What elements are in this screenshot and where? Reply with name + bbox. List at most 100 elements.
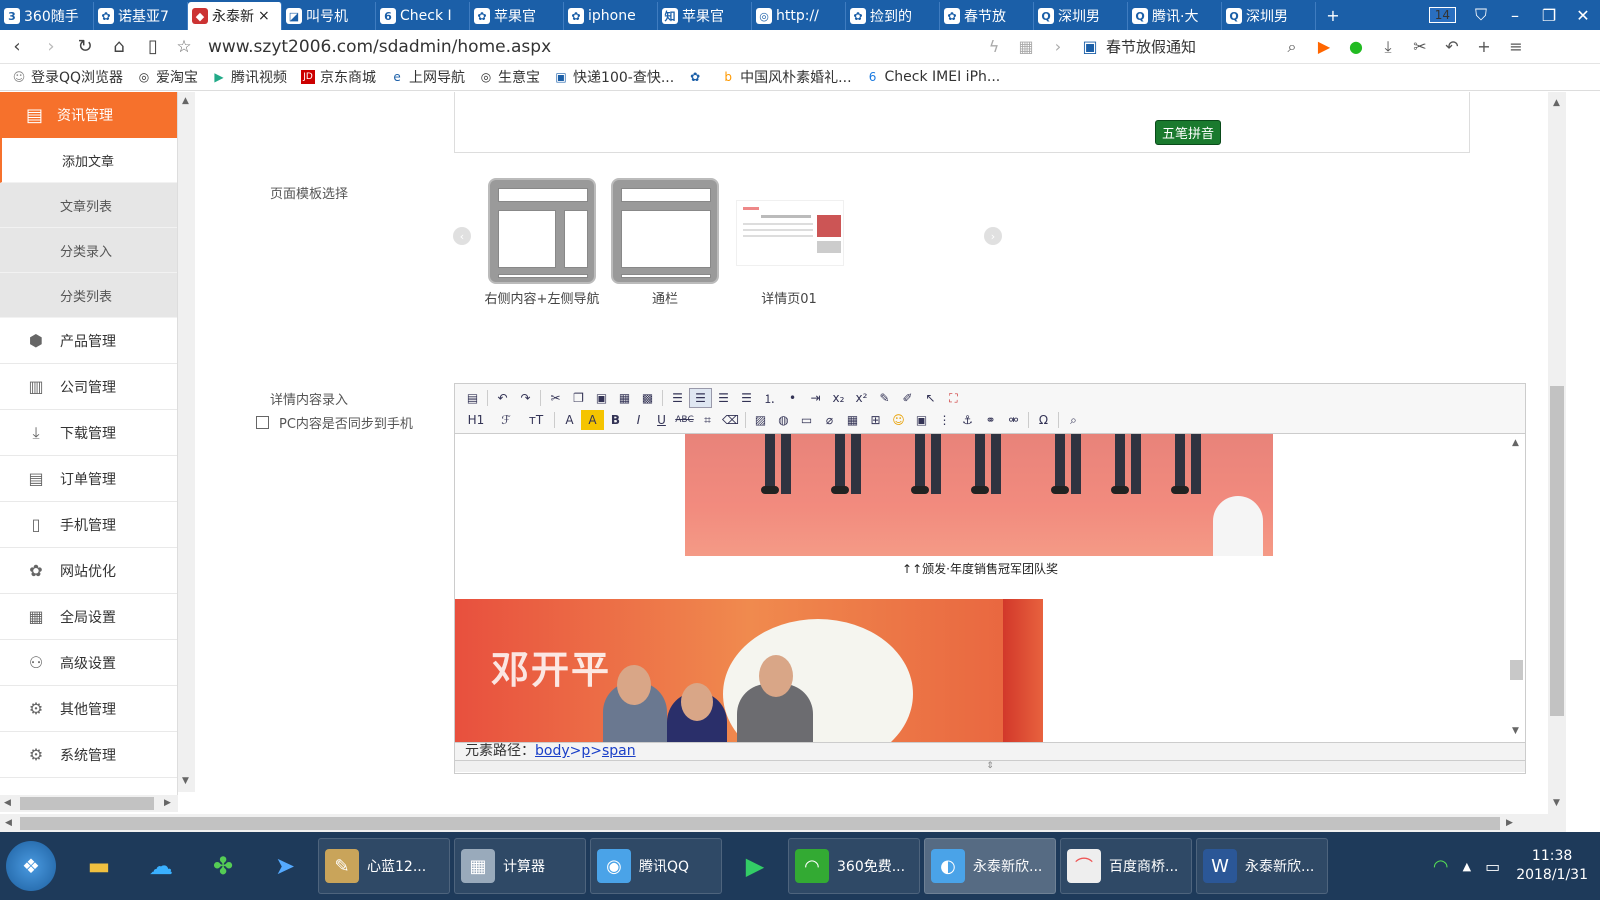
fullscreen-icon[interactable]: ⛶ bbox=[942, 388, 965, 408]
file-explorer-icon[interactable]: ▬ bbox=[70, 839, 128, 893]
insert-image-icon[interactable]: ▨ bbox=[749, 410, 772, 430]
sidebar-sub-article-list[interactable]: 文章列表 bbox=[0, 183, 177, 228]
template-card-right-content-left-nav[interactable] bbox=[488, 178, 596, 284]
action-center-icon[interactable]: ▭ bbox=[1485, 857, 1500, 876]
feather-app-icon[interactable]: ➤ bbox=[256, 839, 314, 893]
editor-scroll-down-icon[interactable]: ▼ bbox=[1512, 726, 1519, 736]
ordered-list-icon[interactable]: ⒈ bbox=[758, 388, 781, 408]
sidebar-item-news[interactable]: ▤ 资讯管理 bbox=[0, 92, 177, 138]
qr-icon[interactable]: ▦ bbox=[1010, 37, 1042, 56]
sidebar-sub-category-entry[interactable]: 分类录入 bbox=[0, 228, 177, 273]
tab-1[interactable]: 3 360随手 bbox=[0, 2, 94, 30]
sidebar-item-download[interactable]: ⤓ 下载管理 bbox=[0, 410, 177, 456]
tab-3-active[interactable]: ◆ 永泰新 × bbox=[188, 2, 282, 30]
ime-status-badge[interactable]: 五笔拼音 bbox=[1155, 120, 1222, 145]
bookmark-9[interactable]: b 中国风朴素婚礼... bbox=[721, 67, 851, 87]
redo-icon[interactable]: ↷ bbox=[514, 388, 537, 408]
close-window-icon[interactable]: ✕ bbox=[1566, 0, 1600, 30]
editor-scroll-thumb[interactable] bbox=[1510, 660, 1523, 680]
restore-icon[interactable]: ❐ bbox=[1532, 0, 1566, 30]
page-h-scroll-thumb[interactable] bbox=[20, 817, 1500, 830]
align-left-icon[interactable]: ☰ bbox=[666, 388, 689, 408]
insert-table-icon[interactable]: ▦ bbox=[841, 410, 864, 430]
carousel-prev-icon[interactable]: ‹ bbox=[453, 227, 471, 245]
search-icon[interactable]: ⌕ bbox=[1276, 37, 1308, 57]
url-field[interactable]: www.szyt2006.com/sdadmin/home.aspx bbox=[208, 37, 978, 57]
bookmark-3[interactable]: ▶ 腾讯视频 bbox=[212, 67, 287, 87]
template-card-full-width[interactable] bbox=[611, 178, 719, 284]
unlink-icon[interactable]: ⚮ bbox=[1002, 410, 1025, 430]
cloud-drive-icon[interactable]: ☁ bbox=[132, 839, 190, 893]
source-icon[interactable]: ▤ bbox=[461, 388, 484, 408]
align-right-icon[interactable]: ☰ bbox=[712, 388, 735, 408]
taskbar-task-2[interactable]: ▦ 计算器 bbox=[454, 838, 586, 894]
select-all-icon[interactable]: ↖ bbox=[919, 388, 942, 408]
unordered-list-icon[interactable]: • bbox=[781, 388, 804, 408]
forward-icon[interactable]: › bbox=[34, 30, 68, 64]
bookmark-10[interactable]: 6 Check IMEI iPh... bbox=[866, 69, 1001, 85]
back-icon[interactable]: ‹ bbox=[0, 30, 34, 64]
font-family-dropdown[interactable]: ℱ bbox=[491, 410, 521, 430]
tab-9[interactable]: ◎ http:// bbox=[752, 2, 846, 30]
pinwheel-app-icon[interactable]: ✤ bbox=[194, 839, 252, 893]
underline-icon[interactable]: U bbox=[650, 410, 673, 430]
news-ticker[interactable]: 春节放假通知 bbox=[1106, 36, 1276, 57]
attachment-icon[interactable]: ⌀ bbox=[818, 410, 841, 430]
page-scroll-up-icon[interactable]: ▲ bbox=[1553, 98, 1560, 108]
bookmark-star-icon[interactable]: ☆ bbox=[170, 37, 198, 57]
image-gallery-icon[interactable]: ▣ bbox=[910, 410, 933, 430]
taskbar-task-1[interactable]: ✎ 心蓝12... bbox=[318, 838, 450, 894]
bookmark-4[interactable]: JD 京东商城 bbox=[301, 67, 376, 87]
taskbar-task-4[interactable]: ◠ 360免费... bbox=[788, 838, 920, 894]
sidebar-vertical-scrollbar[interactable]: ▲ ▼ bbox=[178, 92, 195, 792]
subscript-icon[interactable]: x₂ bbox=[827, 388, 850, 408]
link-icon[interactable]: ⚭ bbox=[979, 410, 1002, 430]
scroll-up-arrow-icon[interactable]: ▲ bbox=[182, 96, 189, 106]
path-body-link[interactable]: body bbox=[535, 743, 570, 759]
heading-dropdown[interactable]: H1 bbox=[461, 410, 491, 430]
bookmark-1[interactable]: ☺ 登录QQ浏览器 bbox=[12, 67, 123, 87]
align-justify-icon[interactable]: ☰ bbox=[735, 388, 758, 408]
scroll-right-arrow-icon[interactable]: ▶ bbox=[164, 798, 171, 808]
editor-content-area[interactable]: ↑↑颁发·年度销售冠军团队奖 邓开平 ▲ ▼ bbox=[455, 434, 1525, 742]
clear-format-icon[interactable]: ✐ bbox=[896, 388, 919, 408]
news-icon[interactable]: ▣ bbox=[1074, 37, 1106, 56]
sidebar-item-seo[interactable]: ✿ 网站优化 bbox=[0, 548, 177, 594]
paste-text-icon[interactable]: ▦ bbox=[613, 388, 636, 408]
eraser-icon[interactable]: ⌫ bbox=[719, 410, 742, 430]
sidebar-item-advanced[interactable]: ⚇ 高级设置 bbox=[0, 640, 177, 686]
anchor-icon[interactable]: ⚓ bbox=[956, 410, 979, 430]
superscript-icon[interactable]: x² bbox=[850, 388, 873, 408]
media-player-icon[interactable]: ▶ bbox=[726, 839, 784, 893]
editor-vertical-scrollbar[interactable]: ▲ ▼ bbox=[1508, 434, 1525, 742]
clock[interactable]: 11:38 2018/1/31 bbox=[1516, 847, 1588, 885]
insert-row-icon[interactable]: ⊞ bbox=[864, 410, 887, 430]
taskbar-task-5[interactable]: ◐ 永泰新欣... bbox=[924, 838, 1056, 894]
tab-6[interactable]: ✿ 苹果官 bbox=[470, 2, 564, 30]
sidebar-item-order[interactable]: ▤ 订单管理 bbox=[0, 456, 177, 502]
sidebar-item-product[interactable]: ⬢ 产品管理 bbox=[0, 318, 177, 364]
tab-10[interactable]: ✿ 捡到的 bbox=[846, 2, 940, 30]
tab-11[interactable]: ✿ 春节放 bbox=[940, 2, 1034, 30]
bookmark-6[interactable]: ◎ 生意宝 bbox=[479, 67, 540, 87]
tab-4[interactable]: ◪ 叫号机 bbox=[282, 2, 376, 30]
page-scroll-down-icon[interactable]: ▼ bbox=[1553, 798, 1560, 808]
tab-8[interactable]: 知苹果官 bbox=[658, 2, 752, 30]
menu-icon[interactable]: ≡ bbox=[1500, 37, 1532, 56]
emoticon-icon[interactable]: ☺ bbox=[887, 410, 910, 430]
highlight-color-icon[interactable]: A bbox=[581, 410, 604, 430]
undo-icon[interactable]: ↶ bbox=[491, 388, 514, 408]
wechat-icon[interactable]: ● bbox=[1340, 37, 1372, 56]
carousel-next-icon[interactable]: › bbox=[984, 227, 1002, 245]
path-span-link[interactable]: span bbox=[602, 743, 636, 759]
path-p-link[interactable]: p bbox=[581, 743, 590, 759]
sidebar-horizontal-scrollbar[interactable]: ◀ ▶ bbox=[0, 795, 178, 812]
font-color-icon[interactable]: A bbox=[558, 410, 581, 430]
editor-scroll-up-icon[interactable]: ▲ bbox=[1512, 438, 1519, 448]
refresh-icon[interactable]: ↻ bbox=[68, 30, 102, 64]
taskbar-task-6[interactable]: ⌒ 百度商桥... bbox=[1060, 838, 1192, 894]
undo-icon[interactable]: ↶ bbox=[1436, 37, 1468, 56]
home-icon[interactable]: ⌂ bbox=[102, 30, 136, 64]
format-brush-icon[interactable]: ✎ bbox=[873, 388, 896, 408]
insert-flash-icon[interactable]: ◍ bbox=[772, 410, 795, 430]
